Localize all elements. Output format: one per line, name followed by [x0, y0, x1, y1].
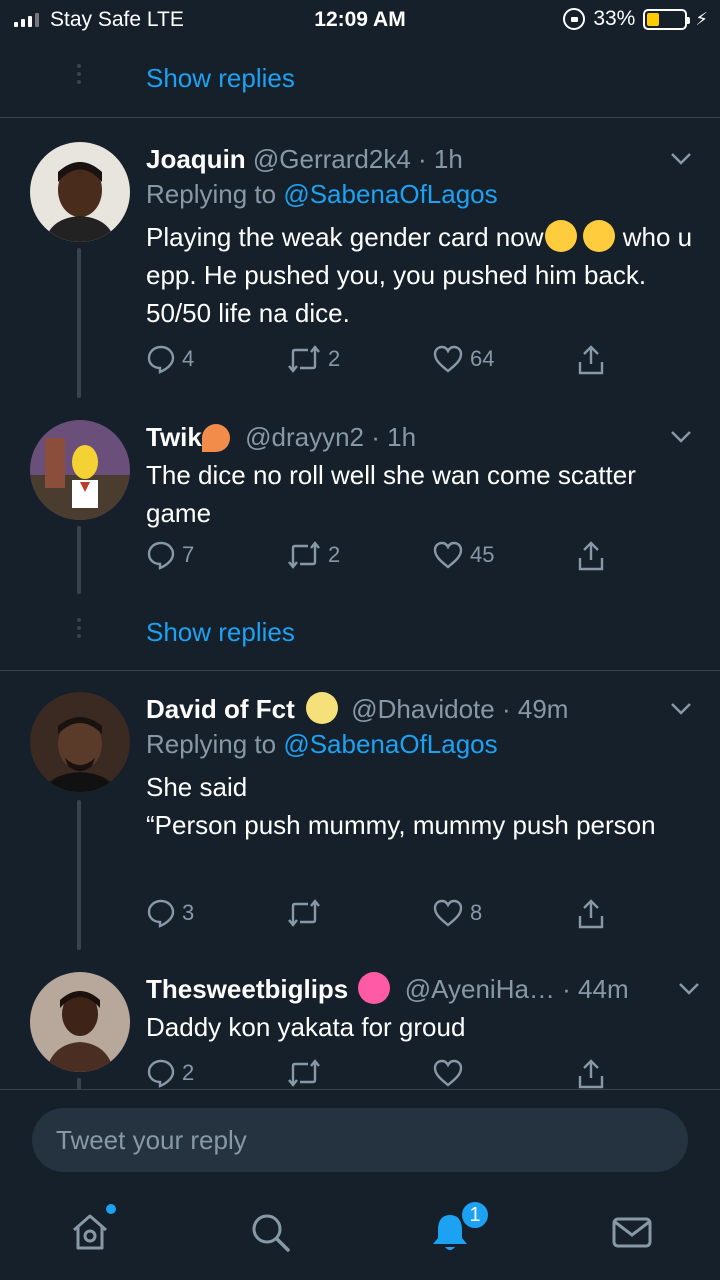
handle[interactable]: @Gerrard2k4 [253, 144, 411, 174]
share-button[interactable] [576, 344, 606, 376]
display-name[interactable]: David of Fct [146, 694, 295, 724]
like-button[interactable] [432, 1058, 464, 1088]
share-button[interactable] [576, 1058, 606, 1090]
tweet-header: David of Fct @Dhavidote · 49m [146, 692, 569, 724]
retweet-icon [288, 345, 320, 373]
retweet-button[interactable] [286, 1058, 322, 1088]
mention-link[interactable]: @SabenaOfLagos [283, 179, 497, 209]
like-button[interactable]: 64 [432, 344, 494, 374]
tweet-actions: 7 2 45 [146, 540, 616, 576]
mention-link[interactable]: @SabenaOfLagos [283, 729, 497, 759]
like-button[interactable]: 45 [432, 540, 494, 570]
share-button[interactable] [576, 540, 606, 572]
retweet-button[interactable] [286, 898, 328, 928]
reply-icon [147, 1059, 175, 1088]
retweet-button[interactable]: 2 [286, 540, 340, 570]
share-button[interactable] [576, 898, 606, 930]
heart-icon [433, 899, 463, 927]
charging-icon: ⚡ [695, 8, 708, 29]
avatar[interactable] [30, 142, 130, 242]
messages-tab[interactable] [610, 1210, 654, 1254]
thread-line [77, 800, 81, 950]
share-icon [578, 899, 604, 929]
compose-bar: Tweet your reply [0, 1089, 720, 1189]
like-button[interactable]: 8 [432, 898, 482, 928]
timestamp: 1h [433, 144, 463, 174]
ice-cream-emoji [201, 424, 230, 452]
battery-percent: 33% [593, 7, 636, 30]
tweet-text: The dice no roll well she wan come scatt… [146, 460, 636, 528]
reply-icon [147, 345, 175, 374]
display-name[interactable]: Thesweetbiglips [146, 974, 348, 1004]
avatar[interactable] [30, 420, 130, 520]
tweet-text: Daddy kon yakata for groud [146, 1012, 466, 1042]
reply-input[interactable]: Tweet your reply [32, 1108, 688, 1172]
replying-to: Replying to @SabenaOfLagos [146, 729, 498, 759]
more-dots-icon [76, 618, 82, 638]
home-tab[interactable] [68, 1204, 116, 1254]
share-icon [578, 345, 604, 375]
messages-icon [612, 1217, 652, 1248]
handle[interactable]: @Dhavidote [351, 694, 494, 724]
chevron-down-icon[interactable] [670, 702, 692, 716]
timestamp: 44m [578, 974, 629, 1004]
moon-face-emoji [306, 692, 339, 724]
tweet-actions: 3 8 [146, 898, 616, 934]
tab-bar: 1 [0, 1190, 720, 1280]
timestamp: 49m [517, 694, 569, 724]
divider [0, 117, 720, 118]
chevron-down-icon[interactable] [678, 982, 700, 996]
reply-button[interactable]: 2 [146, 1058, 194, 1088]
retweet-button[interactable]: 2 [286, 344, 340, 374]
display-name[interactable]: Twik [146, 422, 202, 452]
sparkling-heart-emoji [357, 972, 390, 1004]
reply-button[interactable]: 7 [146, 540, 194, 570]
avatar[interactable] [30, 972, 130, 1072]
search-tab[interactable] [248, 1210, 292, 1254]
more-dots-icon [76, 64, 82, 84]
status-bar: Stay Safe LTE 12:09 AM 33% ⚡ [0, 0, 720, 40]
notifications-tab[interactable]: 1 [428, 1200, 490, 1254]
timestamp: 1h [387, 422, 417, 452]
reply-icon [147, 899, 175, 928]
tweet-header: Twik @drayyn2 · 1h [146, 422, 417, 452]
reply-button[interactable]: 4 [146, 344, 194, 374]
show-replies-link[interactable]: Show replies [146, 617, 295, 648]
chevron-down-icon[interactable] [670, 430, 692, 444]
share-icon [578, 1059, 604, 1089]
tweet-header: Thesweetbiglips @AyeniHa… · 44m [146, 972, 629, 1004]
rolling-laughing-emoji [583, 220, 616, 252]
new-content-dot [106, 1204, 116, 1214]
reply-icon [147, 541, 175, 570]
laughing-face-emoji [545, 220, 578, 252]
display-name[interactable]: Joaquin [146, 144, 246, 174]
show-replies-link[interactable]: Show replies [146, 63, 295, 94]
tweet-header: Joaquin @Gerrard2k4 · 1h [146, 144, 463, 174]
battery-icon [643, 8, 691, 30]
orientation-lock-icon [563, 8, 586, 30]
retweet-icon [288, 1059, 320, 1087]
home-icon [73, 1214, 107, 1250]
retweet-icon [288, 899, 320, 927]
reply-button[interactable]: 3 [146, 898, 194, 928]
search-icon [252, 1214, 290, 1252]
tweet-text: She said “Person push mummy, mummy push … [146, 772, 656, 840]
divider [0, 670, 720, 671]
chevron-down-icon[interactable] [670, 152, 692, 166]
handle[interactable]: @AyeniHa… [405, 974, 555, 1004]
heart-icon [433, 1059, 463, 1087]
tweet-text: Playing the weak gender card now who u e… [146, 220, 693, 328]
share-icon [578, 541, 604, 571]
heart-icon [433, 345, 463, 373]
replying-to: Replying to @SabenaOfLagos [146, 179, 498, 209]
handle[interactable]: @drayyn2 [245, 422, 364, 452]
retweet-icon [288, 541, 320, 569]
thread-line [77, 248, 81, 398]
notification-badge: 1 [460, 1200, 490, 1230]
heart-icon [433, 541, 463, 569]
thread-line [77, 526, 81, 594]
tweet-actions: 4 2 64 [146, 344, 616, 380]
avatar[interactable] [30, 692, 130, 792]
